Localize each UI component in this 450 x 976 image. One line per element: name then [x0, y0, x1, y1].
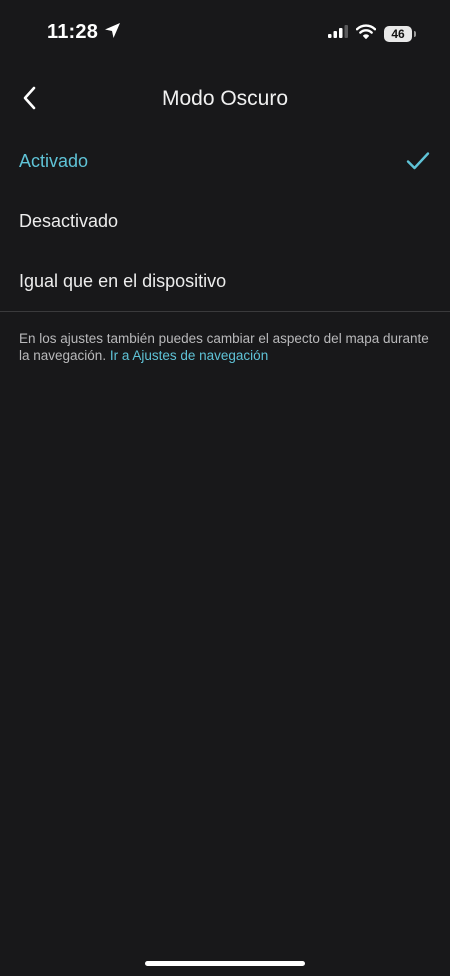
home-indicator[interactable]	[145, 961, 305, 966]
page-title: Modo Oscuro	[161, 87, 289, 110]
status-time-group: 11:28	[47, 21, 121, 44]
checkmark-icon	[406, 151, 430, 171]
battery-nub	[414, 31, 416, 37]
wifi-icon	[355, 24, 377, 44]
option-label: Activado	[19, 150, 89, 171]
cellular-signal-icon	[328, 25, 348, 43]
option-label: Desactivado	[19, 210, 119, 231]
status-time: 11:28	[47, 21, 99, 43]
status-indicators: 46	[328, 24, 416, 44]
option-igual-dispositivo[interactable]: Igual que en el dispositivo	[0, 251, 450, 311]
option-label: Igual que en el dispositivo	[19, 270, 227, 291]
battery-icon: 46	[384, 26, 416, 42]
location-arrow-icon	[104, 22, 121, 44]
navigation-settings-link[interactable]: Ir a Ajustes de navegación	[110, 348, 268, 363]
status-bar: 11:28 46	[0, 0, 450, 66]
section-divider	[0, 311, 450, 312]
option-activado[interactable]: Activado	[0, 131, 450, 191]
battery-level: 46	[391, 27, 405, 41]
option-desactivado[interactable]: Desactivado	[0, 191, 450, 251]
footer-note: En los ajustes también puedes cambiar el…	[19, 330, 429, 364]
navigation-bar: Modo Oscuro	[0, 70, 450, 130]
dark-mode-options: Activado Desactivado Igual que en el dis…	[0, 131, 450, 311]
